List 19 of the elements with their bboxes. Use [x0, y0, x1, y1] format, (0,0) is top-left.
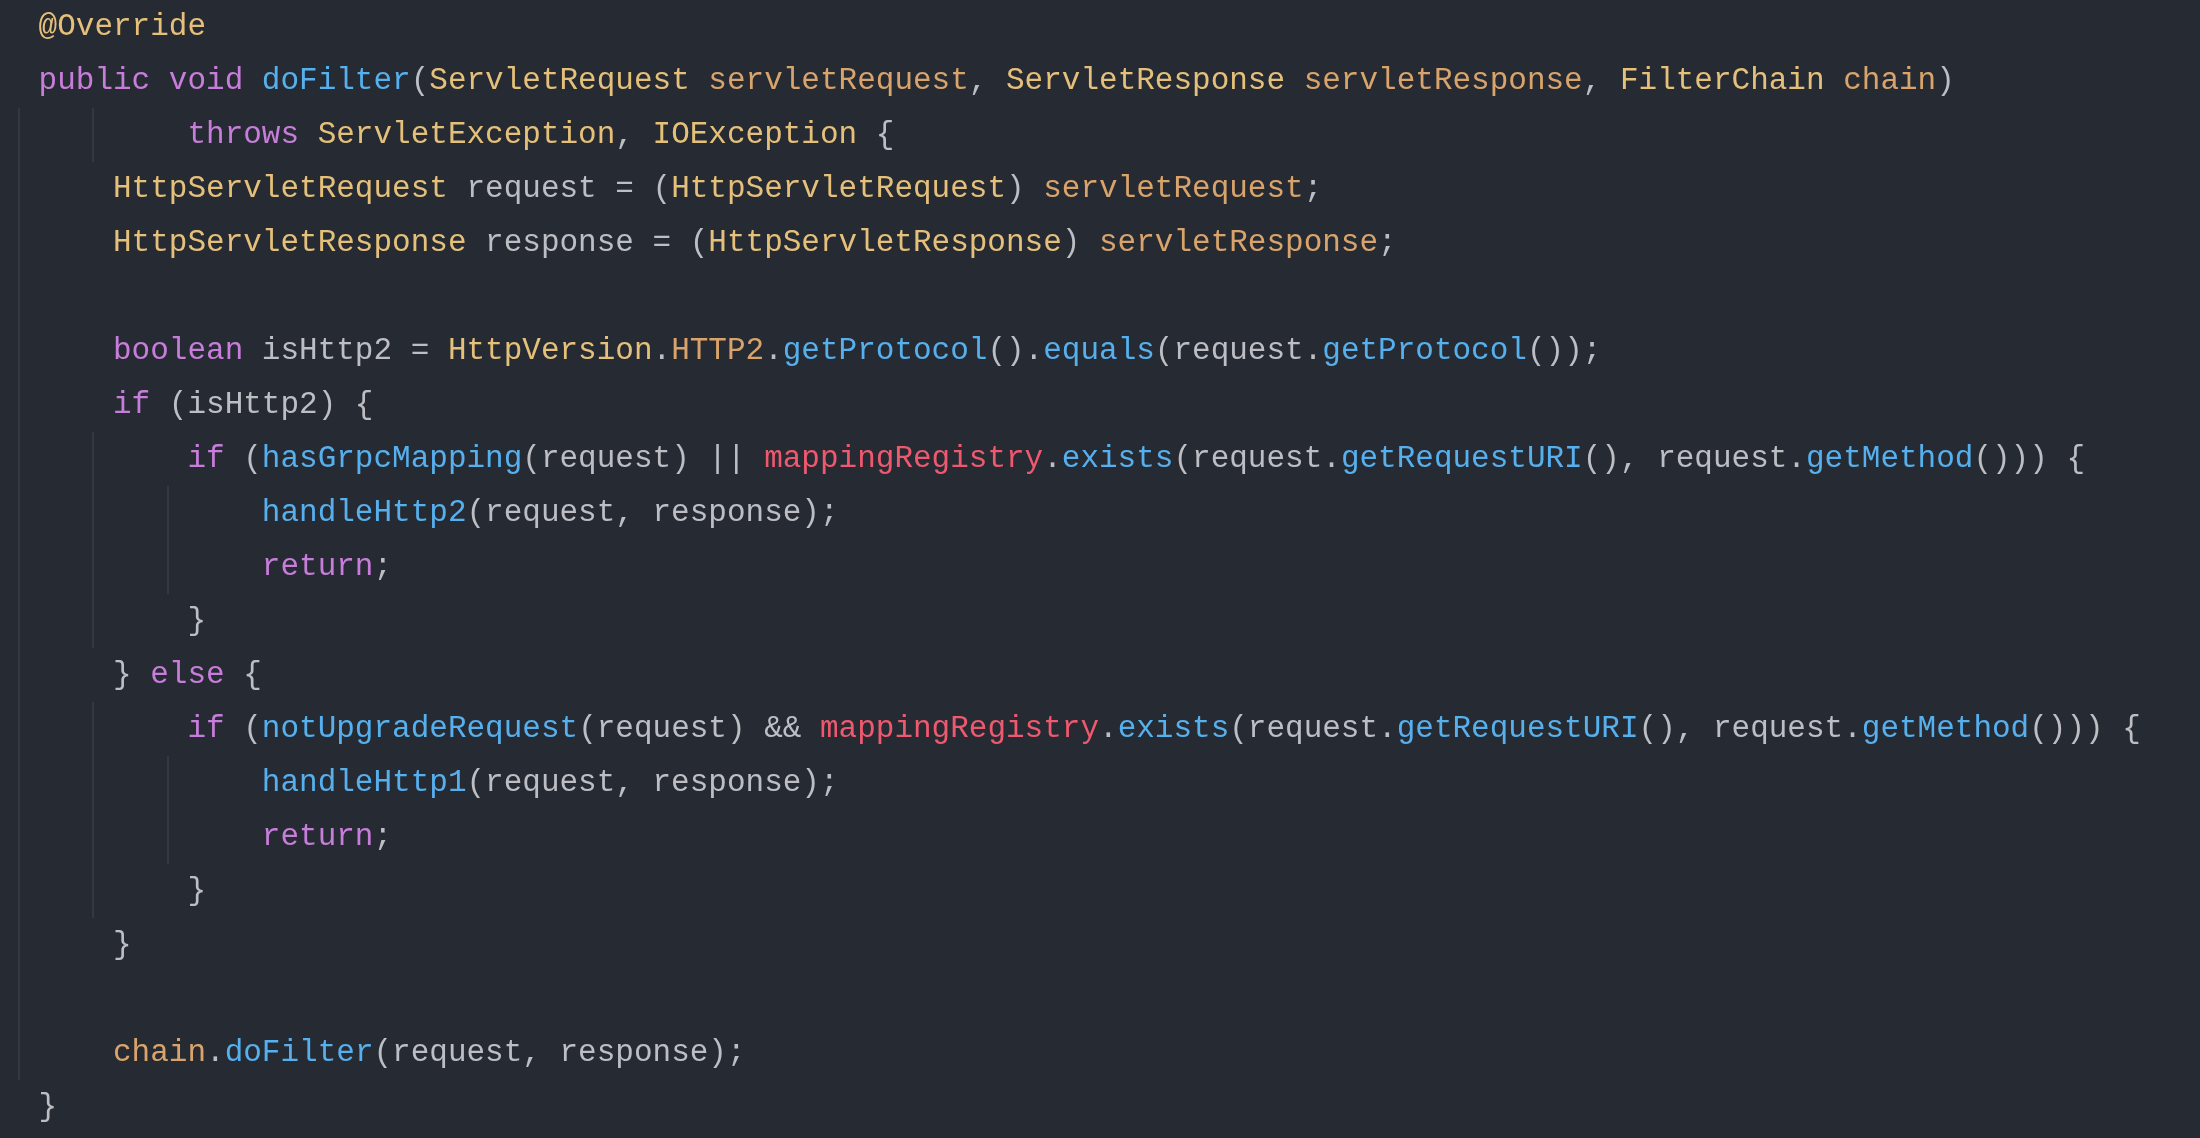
code-line: HttpServletRequest request = (HttpServletRequest) servletRequest;	[112, 171, 1323, 206]
code-line: }	[186, 603, 207, 638]
code-line: return;	[260, 549, 393, 584]
code-line: HttpServletResponse response = (HttpServletResponse) servletResponse;	[112, 225, 1397, 260]
code-line: return;	[260, 819, 393, 854]
code-line: chain.doFilter(request, response);	[112, 1035, 746, 1070]
code-line: handleHttp1(request, response);	[260, 765, 839, 800]
code-line: handleHttp2(request, response);	[260, 495, 839, 530]
code-line: if (hasGrpcMapping(request) || mappingRegistry.exists(request.getRequestURI(), request.getMethod())) {	[186, 441, 2086, 476]
code-line: boolean isHttp2 = HttpVersion.HTTP2.getProtocol().equals(request.getProtocol());	[112, 333, 1602, 368]
code-line: if (isHttp2) {	[112, 387, 374, 422]
code-line: if (notUpgradeRequest(request) && mappingRegistry.exists(request.getRequestURI(), request.getMethod())) {	[186, 711, 2141, 746]
code-line: public void doFilter(ServletRequest servletRequest, ServletResponse servletResponse, FilterChain chain)	[38, 63, 1955, 98]
code-line: }	[38, 1089, 58, 1124]
code-line: } else {	[112, 657, 262, 692]
code-line: }	[112, 927, 132, 962]
code-line: @Override	[38, 9, 207, 44]
code-line: }	[186, 873, 207, 908]
code-line: throws ServletException, IOException {	[186, 117, 895, 152]
